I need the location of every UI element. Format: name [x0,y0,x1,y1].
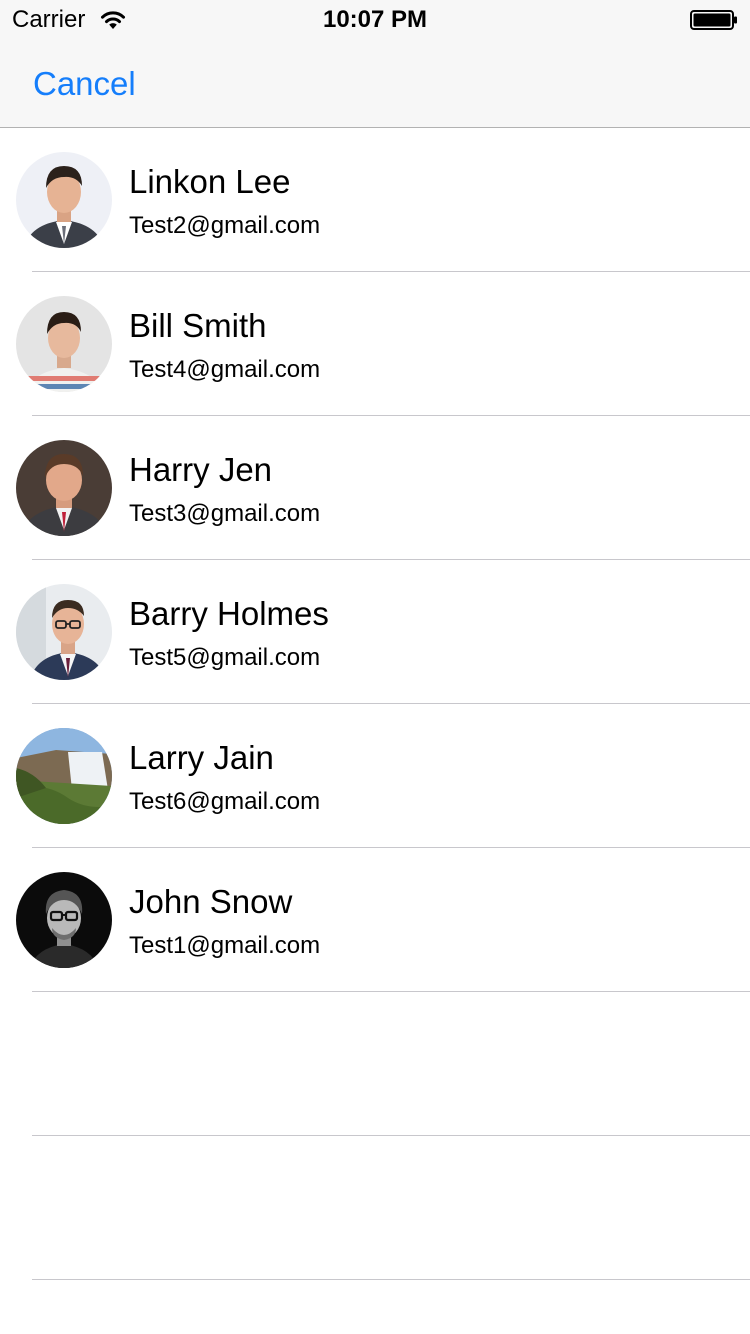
contact-email: Test2@gmail.com [129,212,321,239]
row-separator [32,1279,750,1280]
contact-name: Barry Holmes [129,595,329,632]
contact-name: John Snow [129,883,293,920]
avatar-photo-icon [16,296,112,392]
empty-row [0,992,750,1136]
contact-email: Test3@gmail.com [129,500,321,527]
contact-row[interactable]: John Snow Test1@gmail.com [0,848,750,992]
contact-row[interactable]: Harry Jen Test3@gmail.com [0,416,750,560]
contact-name: Bill Smith [129,307,267,344]
avatar-photo-icon [16,152,112,248]
avatar [16,440,112,536]
avatar-photo-icon [16,584,112,680]
battery-icon [690,10,737,30]
contact-email: Test4@gmail.com [129,356,321,383]
contact-row[interactable]: Larry Jain Test6@gmail.com [0,704,750,848]
navigation-bar: Carrier 10:07 PM Cancel [0,0,750,128]
contact-name: Linkon Lee [129,163,291,200]
avatar [16,152,112,248]
contact-row[interactable]: Bill Smith Test4@gmail.com [0,272,750,416]
landscape-photo-icon [16,728,112,824]
contact-name: Harry Jen [129,451,273,488]
contact-row[interactable]: Linkon Lee Test2@gmail.com [0,128,750,272]
contact-row[interactable]: Barry Holmes Test5@gmail.com [0,560,750,704]
contact-name: Larry Jain [129,739,274,776]
status-time: 10:07 PM [322,6,428,33]
contact-email: Test1@gmail.com [129,932,321,959]
avatar-photo-icon [16,440,112,536]
status-bar: Carrier 10:07 PM [0,0,750,40]
contact-email: Test6@gmail.com [129,788,321,815]
avatar [16,584,112,680]
avatar [16,728,112,824]
cancel-button[interactable]: Cancel [33,64,136,104]
avatar-photo-icon [16,872,112,968]
avatar [16,872,112,968]
empty-row [0,1136,750,1280]
contact-email: Test5@gmail.com [129,644,321,671]
contact-list: Linkon Lee Test2@gmail.com Bill Smith Te… [0,128,750,1280]
avatar [16,296,112,392]
